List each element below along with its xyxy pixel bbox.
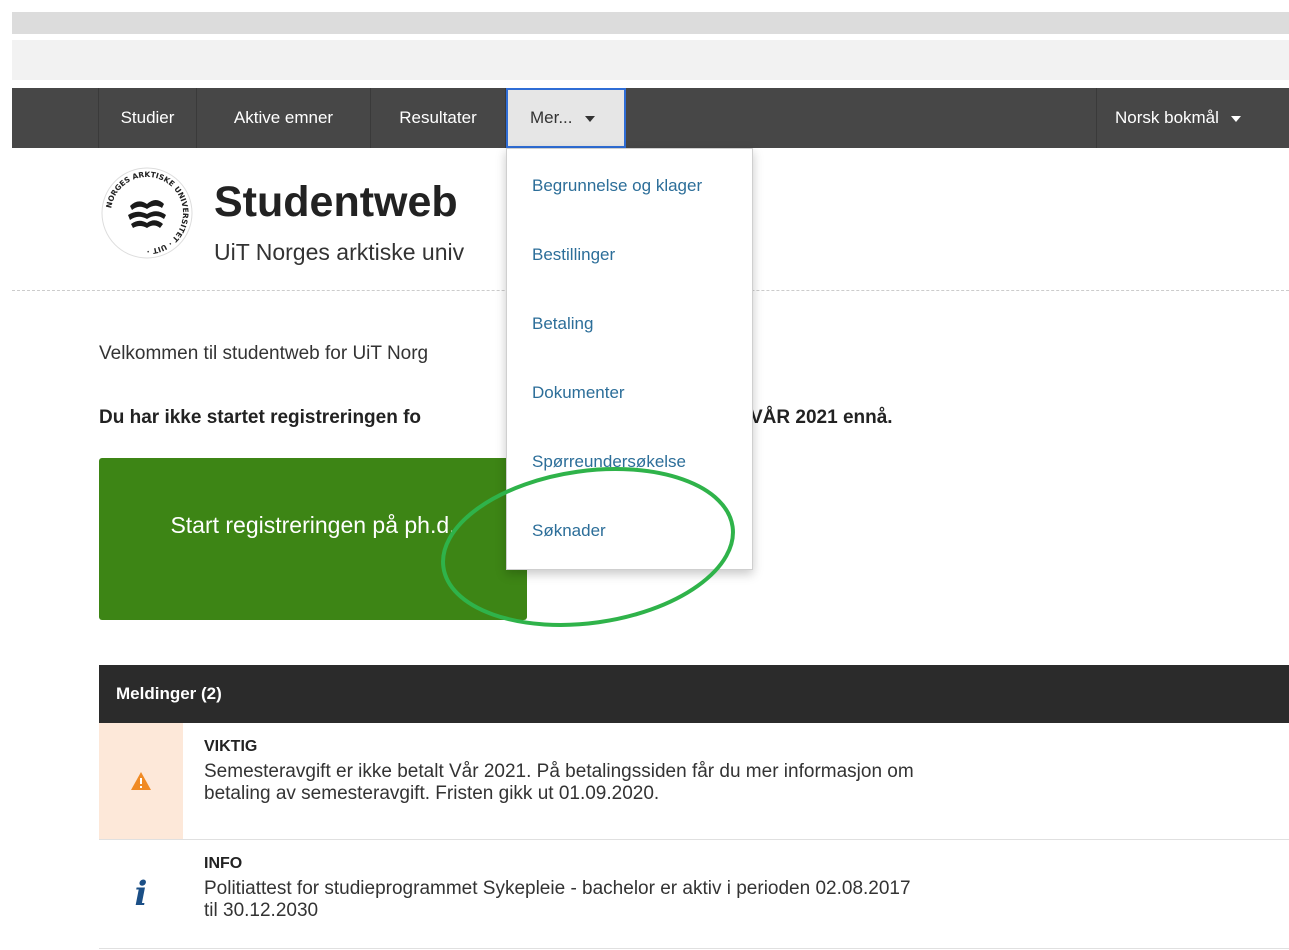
menu-item-begrunnelse[interactable]: Begrunnelse og klager xyxy=(532,176,702,196)
menu-item-dokumenter[interactable]: Dokumenter xyxy=(532,383,625,403)
menu-item-sporreundersokelse[interactable]: Spørreundersøkelse xyxy=(532,452,686,472)
message-line: til 30.12.2030 xyxy=(204,900,319,921)
language-selector[interactable]: Norsk bokmål xyxy=(1096,88,1289,148)
warning-icon xyxy=(131,772,151,790)
info-icon-cell: i xyxy=(99,840,183,948)
menu-item-bestillinger[interactable]: Bestillinger xyxy=(532,245,615,265)
language-label: Norsk bokmål xyxy=(1115,108,1219,127)
warning-icon-cell xyxy=(99,723,183,839)
browser-toolbar xyxy=(12,40,1289,80)
messages-panel: Meldinger (2) VIKTIG Semesteravgift er i… xyxy=(99,665,1289,949)
nav-studier[interactable]: Studier xyxy=(98,88,197,148)
uit-logo-icon: NORGES ARKTISKE UNIVERSITET · UIT · xyxy=(101,167,193,259)
notice-text-end: VÅR 2021 ennå. xyxy=(750,407,893,428)
nav-aktive-emner[interactable]: Aktive emner xyxy=(197,88,371,148)
caret-down-icon xyxy=(584,115,595,122)
registration-notice: Du har ikke startet registreringen fo VÅ… xyxy=(99,407,893,429)
more-dropdown-menu: Begrunnelse og klager Bestillinger Betal… xyxy=(506,148,753,570)
menu-item-soknader[interactable]: Søknader xyxy=(532,521,606,541)
message-line: betaling av semesteravgift. Fristen gikk… xyxy=(204,783,660,804)
message-text: Semesteravgift er ikke betalt Vår 2021. … xyxy=(204,761,1264,805)
nav-more-label: Mer... xyxy=(530,108,573,127)
message-label: INFO xyxy=(204,855,243,872)
nav-resultater[interactable]: Resultater xyxy=(371,88,506,148)
message-label: VIKTIG xyxy=(204,738,258,755)
menu-item-betaling[interactable]: Betaling xyxy=(532,314,593,334)
institution-subtitle: UiT Norges arktiske univ xyxy=(214,239,465,265)
message-line: Semesteravgift er ikke betalt Vår 2021. … xyxy=(204,761,914,782)
message-text: Politiattest for studieprogrammet Sykepl… xyxy=(204,878,1264,922)
nav-more-dropdown[interactable]: Mer... xyxy=(506,88,626,148)
messages-header: Meldinger (2) xyxy=(99,665,1289,723)
message-line: Politiattest for studieprogrammet Sykepl… xyxy=(204,878,911,899)
browser-strip xyxy=(12,12,1289,34)
page-title: Studentweb xyxy=(214,178,458,226)
start-registration-button[interactable]: Start registreringen på ph.d. xyxy=(99,458,527,620)
message-item-warning: VIKTIG Semesteravgift er ikke betalt Vår… xyxy=(99,723,1289,840)
message-item-info: i INFO Politiattest for studieprogrammet… xyxy=(99,840,1289,949)
info-icon: i xyxy=(134,874,148,914)
welcome-text: Velkommen til studentweb for UiT Norg xyxy=(99,343,429,364)
main-navbar: Studier Aktive emner Resultater Mer... N… xyxy=(12,88,1289,148)
caret-down-icon xyxy=(1230,115,1241,122)
notice-text-start: Du har ikke startet registreringen fo xyxy=(99,407,422,428)
